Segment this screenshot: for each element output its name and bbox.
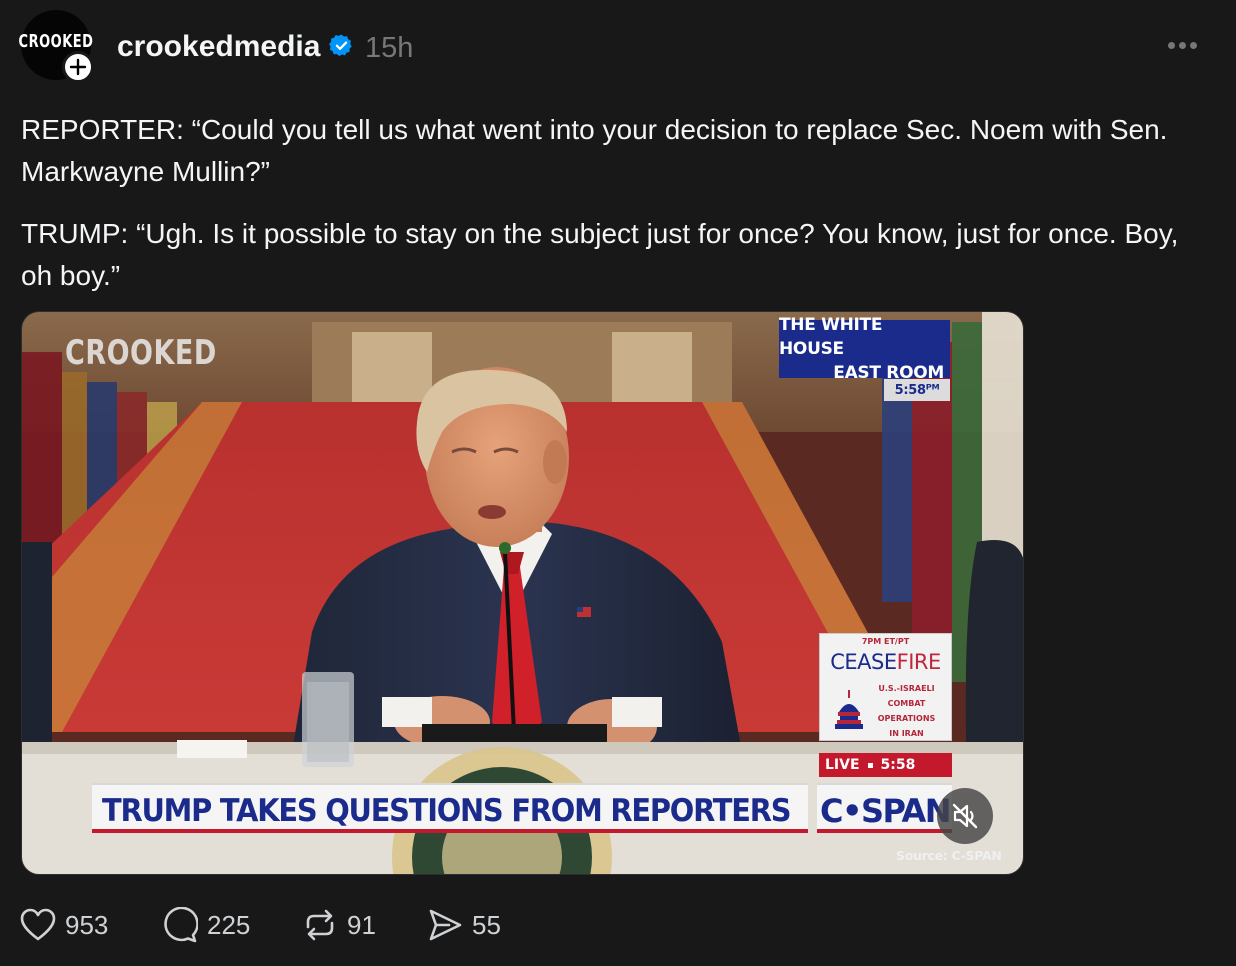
share-count: 55	[472, 910, 501, 940]
location-time: 5:58ᴾᴹ	[884, 379, 950, 401]
promo-sub-line: OPERATIONS	[877, 714, 936, 723]
live-time: 5:58	[880, 757, 916, 773]
more-dot-icon	[1189, 41, 1197, 49]
promo-sub-line: IN IRAN	[889, 729, 924, 738]
more-dot-icon	[1178, 41, 1186, 49]
verified-badge-icon	[329, 34, 352, 57]
live-label: LIVE	[825, 757, 860, 773]
capitol-icon	[835, 690, 863, 729]
cspan-red-bar	[817, 829, 952, 833]
plus-icon	[69, 58, 87, 76]
more-dot-icon	[1167, 41, 1175, 49]
like-count: 953	[65, 910, 109, 940]
username[interactable]: crookedmedia	[117, 29, 320, 65]
video-source-credit: Source: C-SPAN	[896, 848, 1002, 863]
post-timestamp[interactable]: 15h	[365, 30, 413, 66]
reply-button[interactable]: 225	[162, 901, 250, 949]
promo-sub-line: U.S.-ISRAELI	[878, 684, 935, 693]
ceasefire-promo: 7PM ET/PT CEASEFIRE U.S.-ISRAELI COMBAT …	[819, 633, 952, 741]
headline-chyron: TRUMP TAKES QUESTIONS FROM REPORTERS	[92, 783, 808, 833]
video-player[interactable]: CROOKED THE WHITE HOUSE EAST ROOM 5:58ᴾᴹ…	[21, 311, 1024, 875]
repost-icon	[306, 909, 334, 941]
promo-sub-line: COMBAT	[887, 699, 926, 708]
promo-subtitle: U.S.-ISRAELI COMBAT OPERATIONS IN IRAN	[864, 681, 949, 741]
unmute-button[interactable]	[937, 788, 993, 844]
send-icon	[429, 909, 462, 941]
repost-count: 91	[347, 910, 376, 940]
promo-title-b: FIRE	[896, 650, 942, 674]
chyron-red-bar	[92, 829, 808, 833]
like-button[interactable]: 953	[20, 901, 108, 949]
speaker-muted-icon	[952, 803, 978, 829]
avatar-logo-text: CROOKED	[18, 31, 94, 53]
reply-count: 225	[207, 910, 251, 940]
cspan-logo: C•SPAN	[817, 783, 952, 833]
promo-time: 7PM ET/PT	[861, 637, 910, 646]
cspan-logo-text: C•SPAN	[820, 792, 952, 830]
headline-text: TRUMP TAKES QUESTIONS FROM REPORTERS	[102, 793, 791, 829]
crooked-watermark: CROOKED	[65, 334, 217, 373]
promo-title-a: CEASE	[830, 650, 897, 674]
repost-button[interactable]: 91	[302, 901, 376, 949]
comment-bubble-icon	[164, 907, 198, 943]
promo-title: CEASEFIRE	[820, 650, 951, 674]
follow-button[interactable]	[62, 51, 94, 83]
post-text-trump: TRUMP: “Ugh. Is it possible to stay on t…	[21, 218, 1179, 291]
location-chyron: THE WHITE HOUSE EAST ROOM	[779, 315, 950, 383]
live-dot-icon	[867, 762, 873, 768]
post-text-reporter: REPORTER: “Could you tell us what went i…	[21, 114, 1168, 187]
location-line-1: THE WHITE HOUSE	[779, 315, 883, 359]
live-indicator: LIVE 5:58	[819, 753, 952, 777]
share-button[interactable]: 55	[427, 901, 501, 949]
more-options-button[interactable]	[1160, 30, 1204, 60]
heart-icon	[20, 908, 56, 941]
